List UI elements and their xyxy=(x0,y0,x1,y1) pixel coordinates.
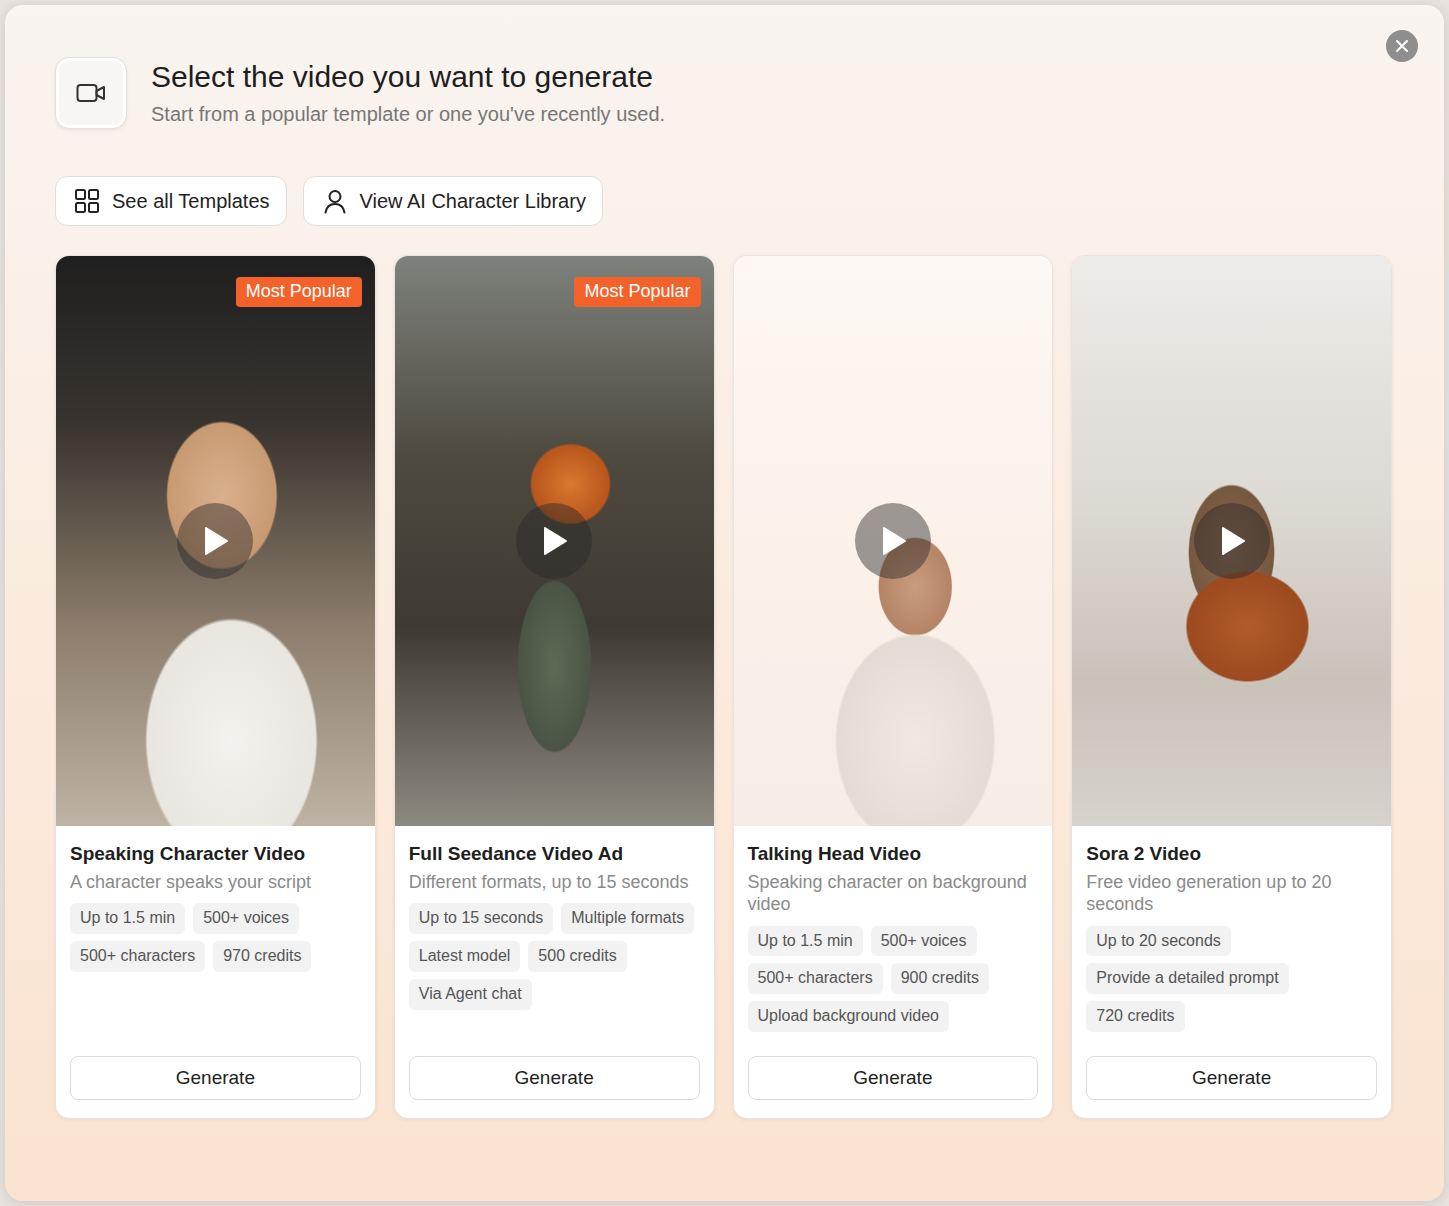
feature-tag: Up to 1.5 min xyxy=(70,903,185,934)
person-icon xyxy=(322,188,348,214)
feature-tag: Via Agent chat xyxy=(409,979,532,1010)
grid-icon xyxy=(74,188,100,214)
video-preview[interactable] xyxy=(734,256,1053,826)
generate-button[interactable]: Generate xyxy=(748,1056,1039,1100)
play-button[interactable] xyxy=(1194,503,1270,579)
action-label: View AI Character Library xyxy=(360,186,586,216)
play-icon xyxy=(539,525,569,557)
feature-tag: 720 credits xyxy=(1086,1001,1184,1032)
dialog-title: Select the video you want to generate xyxy=(151,59,665,95)
see-all-templates-button[interactable]: See all Templates xyxy=(55,176,287,226)
feature-tag: 500+ voices xyxy=(871,926,977,957)
video-generator-dialog: Select the video you want to generate Sta… xyxy=(5,5,1444,1201)
tag-list: Up to 1.5 min 500+ voices 500+ characters 9… xyxy=(748,926,1039,1032)
tag-list: Up to 1.5 min 500+ voices 500+ characters 9… xyxy=(70,903,361,972)
feature-tag: 500+ voices xyxy=(193,903,299,934)
card-body-area: Speaking Character Video A character spea… xyxy=(56,826,375,1118)
dialog-subtitle: Start from a popular template or one you… xyxy=(151,101,665,127)
dialog-header: Select the video you want to generate Sta… xyxy=(55,57,1392,129)
feature-tag: Up to 15 seconds xyxy=(409,903,554,934)
feature-tag: Upload background video xyxy=(748,1001,949,1032)
play-icon xyxy=(1217,525,1247,557)
template-description: A character speaks your script xyxy=(70,871,361,894)
action-label: See all Templates xyxy=(112,186,270,216)
video-preview[interactable]: Most Popular xyxy=(56,256,375,826)
feature-tag: Up to 20 seconds xyxy=(1086,926,1231,957)
card-body-area: Talking Head Video Speaking character on … xyxy=(734,826,1053,1118)
generate-button[interactable]: Generate xyxy=(70,1056,361,1100)
template-card: Sora 2 Video Free video generation up to … xyxy=(1071,255,1392,1119)
template-title: Full Seedance Video Ad xyxy=(409,842,700,867)
video-preview[interactable]: Most Popular xyxy=(395,256,714,826)
play-icon xyxy=(200,525,230,557)
template-title: Talking Head Video xyxy=(748,842,1039,867)
template-title: Sora 2 Video xyxy=(1086,842,1377,867)
feature-tag: Provide a detailed prompt xyxy=(1086,963,1288,994)
feature-tag: 970 credits xyxy=(213,941,311,972)
popular-badge: Most Popular xyxy=(236,277,362,307)
feature-tag: 500 credits xyxy=(528,941,626,972)
template-card: Most Popular Speaking Character Video A ch… xyxy=(55,255,376,1119)
popular-badge: Most Popular xyxy=(574,277,700,307)
feature-tag: 900 credits xyxy=(891,963,989,994)
tag-list: Up to 20 seconds Provide a detailed promp… xyxy=(1086,926,1377,1032)
close-button[interactable] xyxy=(1386,30,1418,62)
header-text: Select the video you want to generate Sta… xyxy=(151,59,665,127)
template-description: Free video generation up to 20 seconds xyxy=(1086,871,1377,916)
video-preview[interactable] xyxy=(1072,256,1391,826)
feature-tag: Up to 1.5 min xyxy=(748,926,863,957)
play-icon xyxy=(878,525,908,557)
template-description: Different formats, up to 15 seconds xyxy=(409,871,700,894)
template-card: Most Popular Full Seedance Video Ad Differ… xyxy=(394,255,715,1119)
ai-character-library-button[interactable]: View AI Character Library xyxy=(303,176,603,226)
video-camera-icon xyxy=(55,57,127,129)
template-grid: Most Popular Speaking Character Video A ch… xyxy=(55,255,1392,1119)
card-body-area: Sora 2 Video Free video generation up to … xyxy=(1072,826,1391,1118)
close-icon xyxy=(1395,39,1409,53)
template-title: Speaking Character Video xyxy=(70,842,361,867)
template-description: Speaking character on background video xyxy=(748,871,1039,916)
template-card: Talking Head Video Speaking character on … xyxy=(733,255,1054,1119)
generate-button[interactable]: Generate xyxy=(409,1056,700,1100)
play-button[interactable] xyxy=(855,503,931,579)
feature-tag: Multiple formats xyxy=(561,903,694,934)
feature-tag: 500+ characters xyxy=(748,963,883,994)
tag-list: Up to 15 secondsMultiple formats Latest m… xyxy=(409,903,700,1009)
action-bar: See all Templates View AI Character Libra… xyxy=(55,176,1392,226)
play-button[interactable] xyxy=(516,503,592,579)
play-button[interactable] xyxy=(177,503,253,579)
feature-tag: 500+ characters xyxy=(70,941,205,972)
feature-tag: Latest model xyxy=(409,941,521,972)
card-body-area: Full Seedance Video Ad Different formats,… xyxy=(395,826,714,1118)
generate-button[interactable]: Generate xyxy=(1086,1056,1377,1100)
